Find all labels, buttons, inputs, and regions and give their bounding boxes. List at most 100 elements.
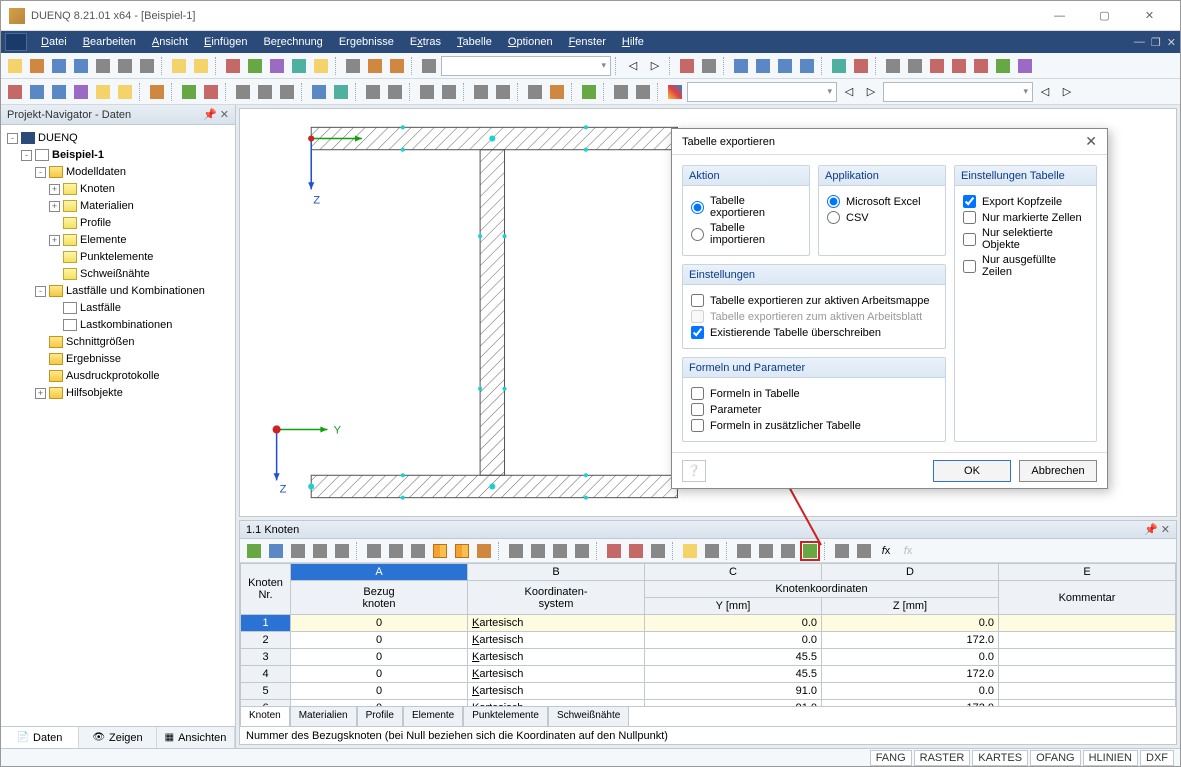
ok-button[interactable]: OK	[933, 460, 1011, 482]
dialog-titlebar[interactable]: Tabelle exportieren ✕	[672, 129, 1107, 155]
tt-g-icon[interactable]	[386, 541, 406, 561]
table-tab[interactable]: Elemente	[403, 706, 463, 726]
view-o-icon[interactable]	[1015, 56, 1035, 76]
view-f-icon[interactable]	[797, 56, 817, 76]
tool-f-icon[interactable]	[343, 56, 363, 76]
tt-v-icon[interactable]	[832, 541, 852, 561]
view-n-icon[interactable]	[993, 56, 1013, 76]
zoom-b-icon[interactable]	[255, 82, 275, 102]
checkbox-option[interactable]: Nur ausgefüllte Zeilen	[963, 254, 1088, 278]
tt-r-icon[interactable]	[702, 541, 722, 561]
nav-tab-ansichten[interactable]: ▦ Ansichten	[157, 727, 235, 748]
tt-a-icon[interactable]	[244, 541, 264, 561]
zoom-a-icon[interactable]	[233, 82, 253, 102]
draw-b-icon[interactable]	[27, 82, 47, 102]
status-tab[interactable]: KARTES	[972, 750, 1028, 766]
report-icon[interactable]	[137, 56, 157, 76]
view-k-icon[interactable]	[927, 56, 947, 76]
ed-b-icon[interactable]	[385, 82, 405, 102]
menu-optionen[interactable]: Optionen	[500, 31, 561, 53]
menu-ansicht[interactable]: Ansicht	[144, 31, 196, 53]
checkbox-option[interactable]: Export Kopfzeile	[963, 195, 1088, 208]
view-a-icon[interactable]	[677, 56, 697, 76]
draw-a-icon[interactable]	[5, 82, 25, 102]
radio-csv[interactable]: CSV	[827, 211, 937, 224]
menu-datei[interactable]: Datei	[33, 31, 75, 53]
checkbox-option[interactable]: Nur markierte Zellen	[963, 211, 1088, 224]
tree-model[interactable]: - Beispiel-1	[7, 147, 229, 163]
tree-item[interactable]: Schnittgrößen	[7, 334, 229, 350]
tree-item[interactable]: Ausdruckprotokolle	[7, 368, 229, 384]
ed-d-icon[interactable]	[439, 82, 459, 102]
mdi-restore[interactable]: ❐	[1151, 36, 1161, 49]
tool-b-icon[interactable]	[245, 56, 265, 76]
table-tab[interactable]: Profile	[357, 706, 403, 726]
ed-e-icon[interactable]	[471, 82, 491, 102]
ed-f-icon[interactable]	[493, 82, 513, 102]
pin-icon[interactable]: 📌 ✕	[203, 108, 229, 121]
sel-b-icon[interactable]	[331, 82, 351, 102]
table-pin-icon[interactable]: 📌 ✕	[1144, 523, 1170, 536]
table-row[interactable]: 50Kartesisch91.00.0	[241, 683, 1176, 700]
view-i-icon[interactable]	[883, 56, 903, 76]
nav-tab-daten[interactable]: 📄 Daten	[1, 727, 79, 748]
tt-d-icon[interactable]	[310, 541, 330, 561]
view-g-icon[interactable]	[829, 56, 849, 76]
view-j-icon[interactable]	[905, 56, 925, 76]
checkbox-option[interactable]: Formeln in zusätzlicher Tabelle	[691, 419, 937, 432]
ed-a-icon[interactable]	[363, 82, 383, 102]
draw-e-icon[interactable]	[93, 82, 113, 102]
menu-bearbeiten[interactable]: Bearbeiten	[75, 31, 144, 53]
tt-fx2-icon[interactable]: fx	[898, 541, 918, 561]
tt-p-icon[interactable]	[648, 541, 668, 561]
tt-prev-icon[interactable]	[430, 541, 450, 561]
sel-a-icon[interactable]	[309, 82, 329, 102]
tree-item[interactable]: Lastkombinationen	[7, 317, 229, 333]
tt-l-icon[interactable]	[550, 541, 570, 561]
tree-item[interactable]: Schweißnähte	[7, 266, 229, 282]
nav-prev-icon[interactable]: ◁	[623, 56, 643, 76]
tt-e-icon[interactable]	[332, 541, 352, 561]
draw-f-icon[interactable]	[115, 82, 135, 102]
tree-item[interactable]: Ergebnisse	[7, 351, 229, 367]
status-tab[interactable]: HLINIEN	[1083, 750, 1138, 766]
view-e-icon[interactable]	[775, 56, 795, 76]
combo-1[interactable]	[441, 56, 611, 76]
navigator-tree[interactable]: - DUENQ - Beispiel-1 -Modelldaten+Knoten…	[1, 125, 235, 726]
radio-export[interactable]: Tabelle exportieren	[691, 195, 801, 219]
export-excel-icon[interactable]	[800, 541, 820, 561]
table-tab[interactable]: Schweißnähte	[548, 706, 629, 726]
view-d-icon[interactable]	[753, 56, 773, 76]
tt-n-icon[interactable]	[604, 541, 624, 561]
dialog-close-icon[interactable]: ✕	[1085, 133, 1097, 150]
close-button[interactable]: ✕	[1127, 2, 1172, 30]
tt-i-icon[interactable]	[474, 541, 494, 561]
view-c-icon[interactable]	[731, 56, 751, 76]
tt-k-icon[interactable]	[528, 541, 548, 561]
tt-j-icon[interactable]	[506, 541, 526, 561]
nav2-next-icon[interactable]: ▷	[861, 82, 881, 102]
ed-h-icon[interactable]	[547, 82, 567, 102]
tool-i-icon[interactable]	[419, 56, 439, 76]
draw-h-icon[interactable]	[179, 82, 199, 102]
help-icon[interactable]: ❔	[682, 460, 706, 482]
color-icon[interactable]	[665, 82, 685, 102]
ed-j-icon[interactable]	[611, 82, 631, 102]
save-all-icon[interactable]	[71, 56, 91, 76]
mdi-minimize[interactable]: —	[1134, 36, 1145, 49]
tt-o-icon[interactable]	[626, 541, 646, 561]
save-icon[interactable]	[49, 56, 69, 76]
draw-g-icon[interactable]	[147, 82, 167, 102]
view-m-icon[interactable]	[971, 56, 991, 76]
tt-u-icon[interactable]	[778, 541, 798, 561]
table-row[interactable]: 40Kartesisch45.5172.0	[241, 666, 1176, 683]
tool-e-icon[interactable]	[311, 56, 331, 76]
tt-fx-icon[interactable]: fx	[876, 541, 896, 561]
undo-icon[interactable]	[169, 56, 189, 76]
tool-g-icon[interactable]	[365, 56, 385, 76]
table-tab[interactable]: Knoten	[240, 706, 290, 726]
print-icon[interactable]	[93, 56, 113, 76]
tree-item[interactable]: -Modelldaten	[7, 164, 229, 180]
tt-b-icon[interactable]	[266, 541, 286, 561]
nav3-next-icon[interactable]: ▷	[1057, 82, 1077, 102]
